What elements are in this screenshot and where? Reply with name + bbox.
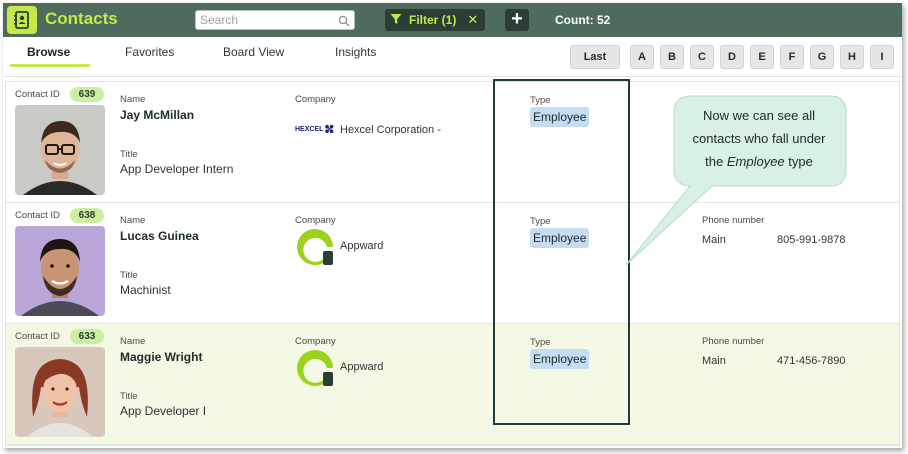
callout-bubble (625, 95, 847, 266)
callout-text: Now we can see all contacts who fall und… (692, 108, 826, 169)
